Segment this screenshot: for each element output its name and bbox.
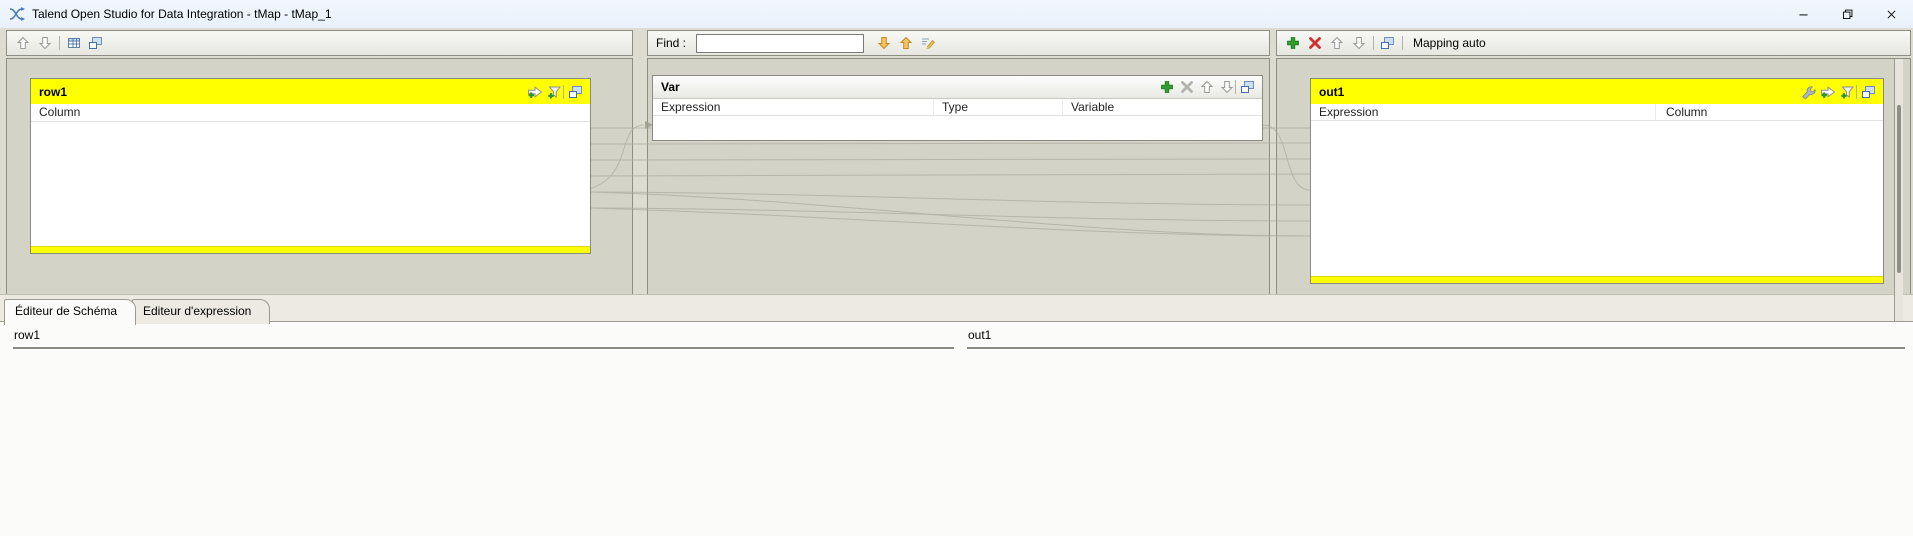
minimize-button[interactable] [1781,0,1825,28]
add-icon[interactable] [1159,79,1175,95]
tmap-window: Talend Open Studio for Data Integration … [0,0,1913,536]
output-toolbar: Mapping auto [1276,30,1911,56]
input-table-header[interactable]: row1 [31,79,590,104]
output-table-out1: out1 Expression Column [1310,78,1884,284]
bottom-tab-bar: Éditeur de Schéma Editeur d'expression [0,294,1913,322]
minimize-table-icon[interactable] [568,84,584,100]
minimize-panel-icon[interactable] [88,35,104,51]
find-toolbar: Find : [647,30,1270,56]
schema-editor: row1 out1 [0,322,1913,536]
tab-label: Éditeur de Schéma [15,304,117,318]
schema-grid-icon[interactable] [66,35,82,51]
tab-label: Editeur d'expression [143,304,251,318]
title-bar: Talend Open Studio for Data Integration … [0,0,1913,29]
minimize-table-icon[interactable] [1240,79,1256,95]
remove-output-icon[interactable] [1307,35,1323,51]
find-next-icon[interactable] [876,35,892,51]
schema-table-row1 [13,347,954,349]
input-toolbar [6,30,633,56]
table-bottom-strip [1311,276,1883,283]
filter-icon[interactable] [1840,84,1856,100]
var-header-type: Type [934,99,1063,115]
add-output-icon[interactable] [1285,35,1301,51]
highlight-all-icon[interactable] [920,35,936,51]
move-down-icon[interactable] [1219,79,1235,95]
talend-app-icon [8,6,26,22]
var-header-variable: Variable [1063,99,1262,115]
add-column-icon[interactable] [527,84,543,100]
toolbar-separator [1402,36,1403,50]
move-up-icon[interactable] [15,35,31,51]
add-column-icon[interactable] [1820,84,1836,100]
schema-name-out1: out1 [968,328,991,342]
close-button[interactable] [1869,0,1913,28]
header-separator [1235,80,1236,94]
tab-editeur-de-schema[interactable]: Éditeur de Schéma [4,299,136,325]
find-label: Find : [656,36,686,50]
move-down-icon[interactable] [37,35,53,51]
restore-button[interactable] [1825,0,1869,28]
toolbar-separator [1373,36,1374,50]
header-separator [563,85,564,99]
output-column-headers: Expression Column [1311,104,1883,121]
move-up-icon[interactable] [1199,79,1215,95]
output-table-header[interactable]: out1 [1311,79,1883,104]
input-table-row1: row1 Column [30,78,591,254]
output-header-column: Column [1656,104,1883,120]
output-table-title: out1 [1319,85,1344,99]
schema-name-row1: row1 [14,328,40,342]
settings-wrench-icon[interactable] [1800,84,1816,100]
header-separator [1856,85,1857,99]
output-panel-scrollbar[interactable] [1894,59,1903,321]
schema-table-out1 [967,347,1905,349]
find-input[interactable] [696,34,864,53]
window-title: Talend Open Studio for Data Integration … [32,7,332,21]
mapper-area: Find : [0,28,1913,294]
toolbar-separator [59,36,60,50]
find-previous-icon[interactable] [898,35,914,51]
remove-icon[interactable] [1179,79,1195,95]
move-up-icon[interactable] [1329,35,1345,51]
output-header-expression: Expression [1311,104,1656,120]
scrollbar-thumb[interactable] [1897,105,1901,273]
var-table-header[interactable]: Var [653,76,1262,99]
minimize-table-icon[interactable] [1861,84,1877,100]
table-bottom-strip [31,246,590,253]
minimize-panel-icon[interactable] [1380,35,1396,51]
var-header-expression: Expression [653,99,934,115]
move-down-icon[interactable] [1351,35,1367,51]
var-column-headers: Expression Type Variable [653,99,1262,116]
var-table-title: Var [661,80,680,94]
var-table: Var Expression [652,75,1263,141]
input-column-header: Column [31,104,590,122]
mapping-auto-label: Mapping auto [1413,36,1486,50]
filter-icon[interactable] [547,84,563,100]
tab-editeur-d-expression[interactable]: Editeur d'expression [132,299,270,324]
input-table-title: row1 [39,85,67,99]
